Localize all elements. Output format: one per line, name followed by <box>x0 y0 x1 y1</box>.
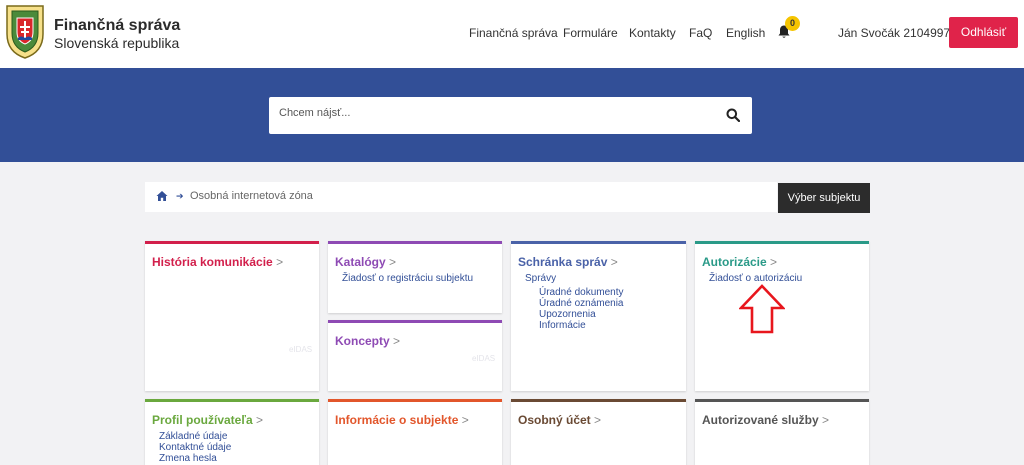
site-header: Finančná správa Slovenská republika Fina… <box>0 0 1024 68</box>
tile-profil[interactable]: Profil používateľa > Základné údaje Kont… <box>145 399 319 465</box>
up-arrow-annotation-icon <box>739 284 785 334</box>
eidas-watermark: eIDAS <box>472 354 496 363</box>
brand-subtitle: Slovenská republika <box>54 35 180 51</box>
tile-koncepty[interactable]: Koncepty > eIDAS <box>328 320 502 391</box>
tile-katalogy-title[interactable]: Katalógy > <box>335 255 396 269</box>
tile-profil-title[interactable]: Profil používateľa > <box>152 413 263 427</box>
home-icon[interactable] <box>156 190 168 202</box>
coat-of-arms-logo[interactable] <box>3 4 47 60</box>
breadcrumb-arrow-icon: ➔ <box>176 191 184 201</box>
link-ziadost-autorizacia[interactable]: Žiadosť o autorizáciu <box>709 273 802 284</box>
link-uradne-dokumenty[interactable]: Úradné dokumenty <box>539 287 624 298</box>
select-subject-button[interactable]: Výber subjektu <box>778 183 870 213</box>
link-kontaktne-udaje[interactable]: Kontaktné údaje <box>159 442 231 453</box>
tile-autorizacie-title[interactable]: Autorizácie > <box>702 255 777 269</box>
tile-katalogy[interactable]: Katalógy > Žiadosť o registráciu subjekt… <box>328 241 502 313</box>
link-uradne-oznamenia[interactable]: Úradné oznámenia <box>539 298 624 309</box>
link-upozornenia[interactable]: Upozornenia <box>539 309 596 320</box>
tile-autorizovane-sluzby[interactable]: Autorizované služby > <box>695 399 869 465</box>
brand-title: Finančná správa <box>54 17 181 34</box>
search-box[interactable]: Chcem nájsť... <box>269 97 752 134</box>
tile-historia-title[interactable]: História komunikácie > <box>152 255 283 269</box>
tile-informacie-title[interactable]: Informácie o subjekte > <box>335 413 469 427</box>
eidas-watermark: eIDAS <box>289 345 313 354</box>
user-name[interactable]: Ján Svočák 2104997 <box>838 26 950 40</box>
breadcrumb-current: Osobná internetová zóna <box>190 190 313 202</box>
tile-autorizovane-sluzby-title[interactable]: Autorizované služby > <box>702 413 829 427</box>
tile-osobny-ucet-title[interactable]: Osobný účet > <box>518 413 601 427</box>
nav-faq[interactable]: FaQ <box>689 26 712 40</box>
link-ziadost-registracia[interactable]: Žiadosť o registráciu subjektu <box>342 273 473 284</box>
tile-historia[interactable]: História komunikácie > eIDAS <box>145 241 319 391</box>
link-spravy[interactable]: Správy <box>525 273 556 284</box>
link-zakladne-udaje[interactable]: Základné údaje <box>159 431 227 442</box>
tile-osobny-ucet[interactable]: Osobný účet > <box>511 399 686 465</box>
nav-formulare[interactable]: Formuláre <box>563 26 618 40</box>
nav-financna-sprava[interactable]: Finančná správa <box>469 26 558 40</box>
tile-koncepty-title[interactable]: Koncepty > <box>335 334 400 348</box>
brand[interactable]: Finančná správa Slovenská republika <box>54 17 180 52</box>
nav-english[interactable]: English <box>726 26 765 40</box>
tile-schranka[interactable]: Schránka správ > Správy Úradné dokumenty… <box>511 241 686 391</box>
tile-schranka-title[interactable]: Schránka správ > <box>518 255 618 269</box>
link-zmena-hesla[interactable]: Zmena hesla <box>159 453 217 464</box>
nav-kontakty[interactable]: Kontakty <box>629 26 676 40</box>
search-input[interactable]: Chcem nájsť... <box>279 107 350 119</box>
logout-button[interactable]: Odhlásiť <box>949 17 1018 48</box>
link-informacie[interactable]: Informácie <box>539 320 586 331</box>
notification-count-badge: 0 <box>785 16 800 31</box>
tile-informacie[interactable]: Informácie o subjekte > <box>328 399 502 465</box>
search-icon[interactable] <box>726 108 740 122</box>
